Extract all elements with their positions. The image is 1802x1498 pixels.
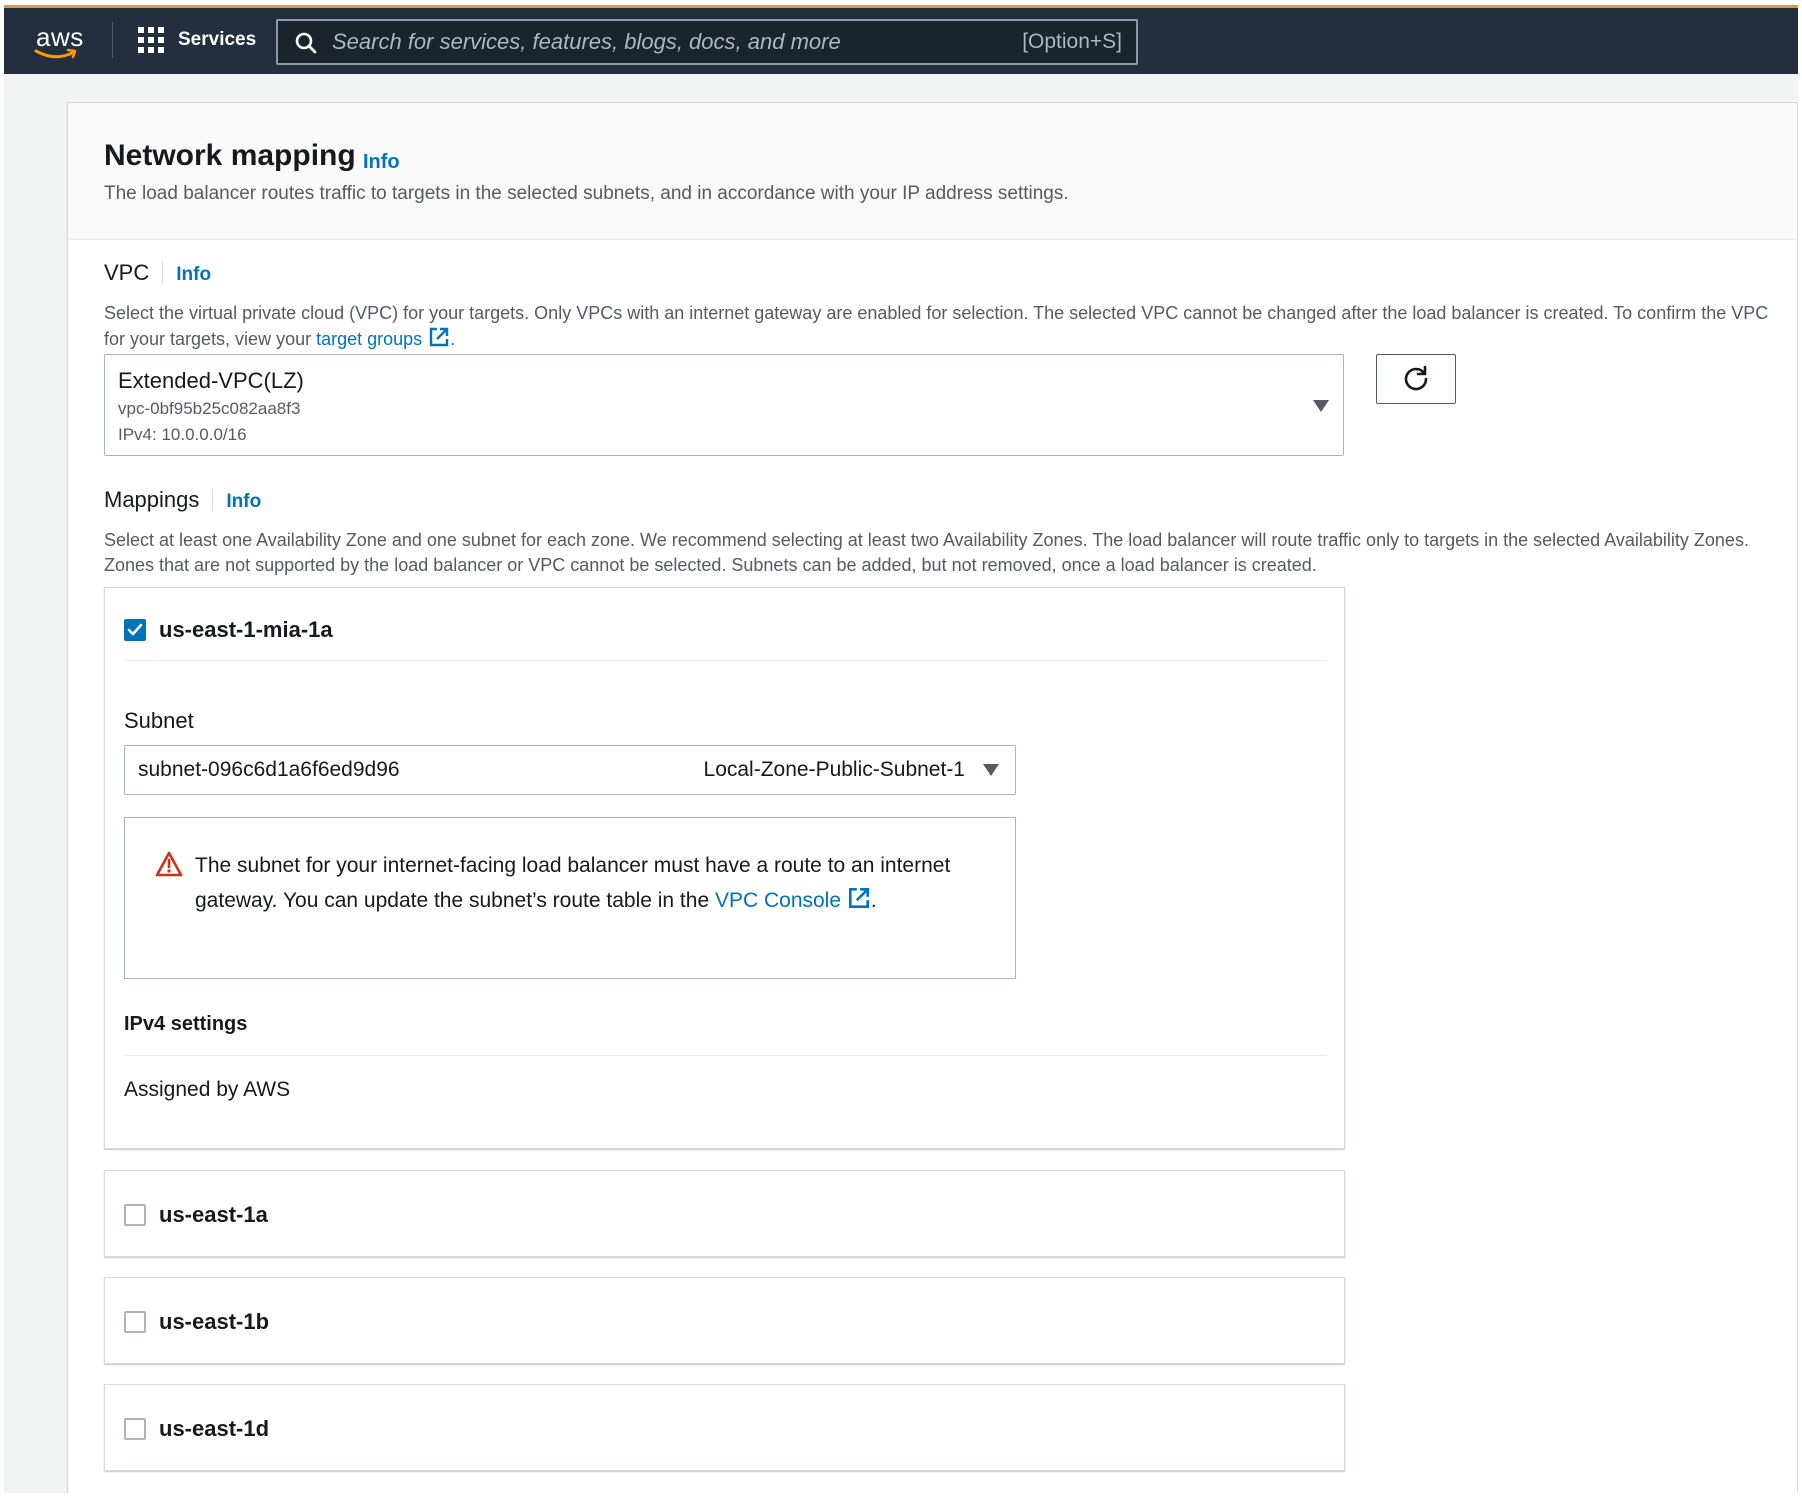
az-card-us-east-1-mia-1a: us-east-1-mia-1a Subnet subnet-096c6d1a6… [104, 587, 1345, 1149]
refresh-icon [1404, 365, 1428, 391]
az-name: us-east-1b [159, 1309, 270, 1334]
vpc-select[interactable]: Extended-VPC(LZ) vpc-0bf95b25c082aa8f3 I… [104, 354, 1344, 456]
az-name: us-east-1-mia-1a [159, 617, 333, 642]
screen: aws Services [Option+S] N [4, 5, 1798, 1493]
checkmark-icon [127, 623, 143, 636]
target-groups-link[interactable]: target groups [316, 327, 450, 349]
alert-message: The subnet for your internet-facing load… [195, 848, 995, 918]
label-divider [212, 489, 214, 511]
vpc-description: Select the virtual private cloud (VPC) f… [104, 301, 1774, 352]
refresh-vpc-button[interactable] [1376, 354, 1456, 404]
vpc-description-end: . [450, 329, 456, 349]
caret-down-icon [1313, 400, 1329, 412]
vpc-label: VPC [104, 260, 150, 285]
az-card-us-east-1b: us-east-1b [104, 1277, 1345, 1364]
aws-smile-icon [34, 48, 77, 59]
aws-logo[interactable]: aws [32, 20, 86, 60]
warning-icon [155, 851, 183, 877]
vpc-selected-name: Extended-VPC(LZ) [118, 368, 304, 393]
ipv4-settings-value: Assigned by AWS [124, 1078, 291, 1101]
subnet-select[interactable]: subnet-096c6d1a6f6ed9d96 Local-Zone-Publ… [124, 745, 1016, 795]
external-link-icon [848, 887, 869, 909]
mappings-label-row: Mappings Info [104, 487, 261, 513]
vpc-selected-cidr: IPv4: 10.0.0.0/16 [118, 425, 247, 444]
subnet-selected-name: Local-Zone-Public-Subnet-1 [703, 758, 965, 781]
mappings-description: Select at least one Availability Zone an… [104, 530, 1749, 575]
az-checkbox-us-east-1b[interactable] [124, 1311, 146, 1333]
vpc-label-row: VPC Info [104, 260, 211, 286]
network-mapping-container: Network mapping Info The load balancer r… [67, 102, 1798, 1493]
az-name: us-east-1d [159, 1416, 270, 1441]
caret-down-icon [983, 764, 999, 776]
container-header: Network mapping Info The load balancer r… [68, 103, 1797, 240]
subnet-label: Subnet [124, 708, 194, 733]
target-groups-link-text: target groups [316, 329, 423, 349]
vpc-console-link[interactable]: VPC Console [714, 887, 871, 912]
search-icon [295, 32, 317, 54]
divider [124, 660, 1327, 661]
ipv4-settings-heading: IPv4 settings [124, 1013, 248, 1035]
vpc-info-link[interactable]: Info [176, 264, 211, 286]
network-mapping-info-link[interactable]: Info [363, 151, 400, 174]
search-shortcut-hint: [Option+S] [1022, 30, 1122, 53]
az-card-us-east-1d: us-east-1d [104, 1384, 1345, 1471]
external-link-icon [429, 327, 449, 347]
label-divider [162, 262, 164, 284]
top-navigation: aws Services [Option+S] [4, 5, 1798, 74]
page-title: Network mapping [104, 139, 356, 172]
search-box[interactable]: [Option+S] [276, 19, 1138, 65]
search-input[interactable] [332, 21, 972, 63]
subnet-warning-alert: The subnet for your internet-facing load… [124, 817, 1016, 979]
az-checkbox-us-east-1d[interactable] [124, 1418, 146, 1440]
az-checkbox-us-east-1a[interactable] [124, 1204, 146, 1226]
vpc-console-link-text: VPC Console [714, 889, 842, 912]
grid-icon [138, 27, 164, 53]
services-label: Services [178, 29, 257, 50]
az-card-us-east-1a: us-east-1a [104, 1170, 1345, 1257]
network-mapping-description: The load balancer routes traffic to targ… [104, 183, 1069, 204]
mappings-info-link[interactable]: Info [226, 491, 261, 513]
vpc-selected-id: vpc-0bf95b25c082aa8f3 [118, 399, 301, 418]
divider [124, 1055, 1327, 1056]
subnet-selected-id: subnet-096c6d1a6f6ed9d96 [138, 758, 400, 781]
nav-divider [112, 22, 113, 58]
mappings-label: Mappings [104, 487, 200, 512]
az-checkbox-us-east-1-mia-1a[interactable] [124, 619, 146, 641]
services-menu-button[interactable]: Services [138, 22, 256, 58]
alert-message-end: . [870, 889, 877, 912]
az-name: us-east-1a [159, 1202, 268, 1227]
